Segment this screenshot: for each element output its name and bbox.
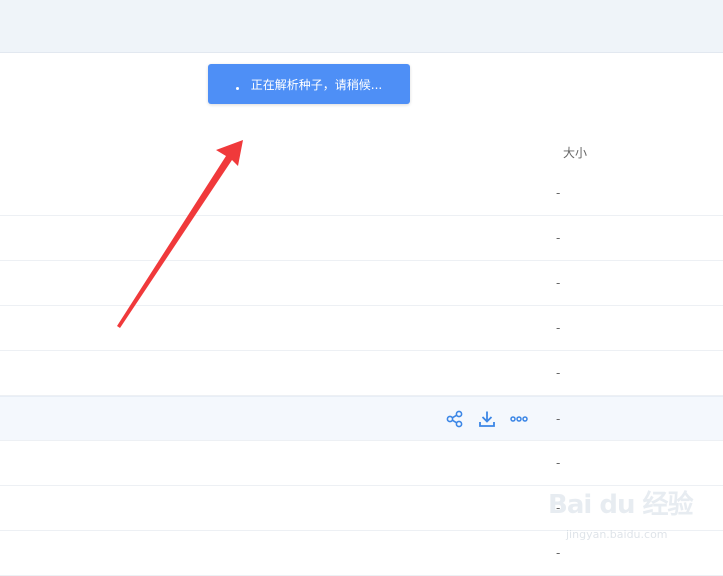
row-actions — [446, 410, 528, 428]
top-header-bar — [0, 0, 723, 53]
table-row[interactable]: - — [0, 441, 723, 486]
table-row[interactable]: - — [0, 261, 723, 306]
table-row[interactable]: - — [0, 486, 723, 531]
row-size: - — [556, 186, 561, 200]
row-size: - — [556, 501, 561, 515]
table-row[interactable]: - — [0, 351, 723, 396]
toast-message: 正在解析种子，请稍候... — [250, 77, 383, 92]
parsing-toast: 正在解析种子，请稍候... — [208, 64, 410, 104]
table-row-hovered[interactable]: - — [0, 396, 723, 441]
row-size: - — [556, 321, 561, 335]
row-size: - — [556, 456, 561, 470]
table-row[interactable]: - — [0, 216, 723, 261]
loading-indicator — [235, 86, 239, 90]
row-size: - — [556, 231, 561, 245]
table-row[interactable]: - — [0, 306, 723, 351]
download-icon[interactable] — [478, 410, 496, 428]
table-row[interactable]: - — [0, 531, 723, 576]
row-size: - — [556, 412, 561, 426]
more-icon[interactable] — [510, 410, 528, 428]
share-icon[interactable] — [446, 410, 464, 428]
size-column-header[interactable]: 大小 — [563, 144, 587, 161]
row-size: - — [556, 366, 561, 380]
row-size: - — [556, 546, 561, 560]
table-row[interactable]: - — [0, 171, 723, 216]
row-size: - — [556, 276, 561, 290]
